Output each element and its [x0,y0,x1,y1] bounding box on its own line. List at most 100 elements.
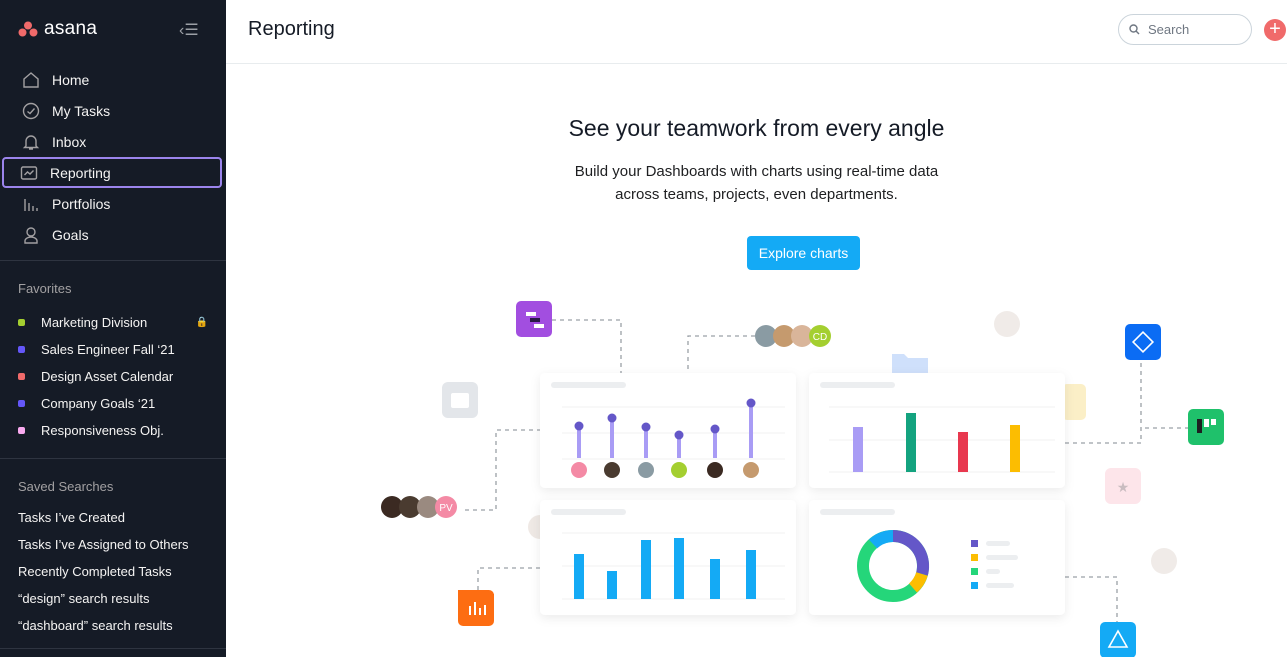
logo-text: asana [44,18,98,39]
color-dot [18,346,25,353]
saved-search-item[interactable]: “design” search results [18,591,150,606]
bar [710,559,720,599]
lollipop-avatar [604,462,620,478]
favorite-item[interactable]: Design Asset Calendar [18,369,208,384]
asana-logo[interactable]: asana [18,18,97,40]
nav-label: Reporting [50,164,111,181]
nav-label: Portfolios [52,195,111,212]
favorite-label: Sales Engineer Fall ‘21 [41,342,175,357]
sidebar-item-reporting[interactable]: Reporting [2,157,222,188]
avatar-initials: CD [813,332,827,343]
bars-icon [24,198,38,211]
lock-icon: 🔒 [195,317,208,328]
nav-label: Goals [52,226,89,243]
hero-heading: See your teamwork from every angle [568,115,945,141]
color-dot [18,373,25,380]
collapse-sidebar-icon[interactable]: ‹☰ [179,20,199,40]
explore-charts-button[interactable]: Explore charts [747,236,860,270]
bar [958,432,968,472]
nav-label: My Tasks [52,102,111,119]
faded-avatar [528,515,552,539]
favorite-label: Responsiveness Obj. [41,423,164,438]
asana-dots-icon [18,21,38,37]
favorite-label: Design Asset Calendar [41,369,174,384]
lollipop-head [746,398,756,408]
chart-icon [20,165,38,180]
bar [853,427,863,472]
saved-search-item[interactable]: “dashboard” search results [18,618,173,633]
divider [0,648,226,649]
home-icon [23,71,39,88]
sidebar-item-home[interactable]: Home [2,64,222,95]
lollipop-chart [571,398,759,478]
timeline-app-icon [516,301,552,337]
nav-label: Inbox [52,133,87,150]
lollipop-avatar [638,462,654,478]
favorite-item[interactable]: Sales Engineer Fall ‘21 [18,342,208,357]
color-dot [18,319,25,326]
favorite-label: Company Goals ‘21 [41,396,156,411]
search-placeholder: Search [1148,22,1190,37]
search-input[interactable]: Search [1118,14,1252,45]
page-title: Reporting [248,18,335,40]
favorites-title: Favorites [18,281,72,296]
bar [906,413,916,472]
favorite-item[interactable]: Company Goals ‘21 [18,396,208,411]
nav-label: Home [52,71,90,88]
top-bar: Reporting Search + [226,0,1287,64]
bar [641,540,651,599]
search-icon [1129,24,1140,35]
bar [574,554,584,599]
svg-text:★: ★ [1117,479,1130,495]
lollipop-avatar [707,462,723,478]
person-icon [24,226,38,244]
connector-lines [465,319,1188,622]
lollipop-avatar [671,462,687,478]
calendar-icon [442,382,478,418]
lollipop-head [674,430,684,440]
saved-search-item[interactable]: Tasks I’ve Assigned to Others [18,537,189,552]
donut-chart [857,529,930,602]
bell-icon [22,134,40,150]
bar [1010,425,1020,472]
hero-line: across teams, projects, even departments… [615,186,898,203]
lollipop-head [710,424,720,434]
faded-avatar [1151,548,1177,574]
faded-tile-icon [1062,384,1086,420]
avatar-group: PV [381,496,457,518]
check-circle-icon [22,102,40,119]
sidebar-item-inbox[interactable]: Inbox [2,126,222,157]
sidebar-item-goals[interactable]: Goals [2,219,222,250]
trello-app-icon [1188,409,1224,445]
bar [674,538,684,599]
favorite-label: Marketing Division [41,315,148,330]
color-dot [18,427,25,434]
favorite-item[interactable]: Marketing Division 🔒 [18,315,208,330]
blue-bar-chart [574,538,756,599]
lollipop-head [574,421,584,431]
star-icon [1105,468,1141,504]
bar [607,571,617,599]
folder-icon [892,354,928,373]
sidebar-item-portfolios[interactable]: Portfolios [2,188,222,219]
sidebar-item-my-tasks[interactable]: My Tasks [2,95,222,126]
divider [0,458,226,459]
avatar-initials: PV [439,503,453,514]
quick-add-button[interactable]: + [1264,19,1286,41]
dashboard-cards [540,373,1065,615]
faded-avatar [994,311,1020,337]
saved-search-item[interactable]: Recently Completed Tasks [18,564,172,579]
hero-line: Build your Dashboards with charts using … [574,163,939,180]
favorite-item[interactable]: Responsiveness Obj. [18,423,208,438]
saved-search-item[interactable]: Tasks I’ve Created [18,510,125,525]
lollipop-avatar [571,462,587,478]
divider [0,260,226,261]
main-nav: Home My Tasks Inbox Reporting Portfolios… [0,64,226,250]
folder-report-icon [458,590,494,620]
jira-app-icon [1125,324,1161,360]
lollipop-head [641,422,651,432]
lollipop-avatar [743,462,759,478]
bar [746,550,756,599]
avatar-group: CD [755,325,831,347]
triangle-app-icon [1100,622,1136,657]
